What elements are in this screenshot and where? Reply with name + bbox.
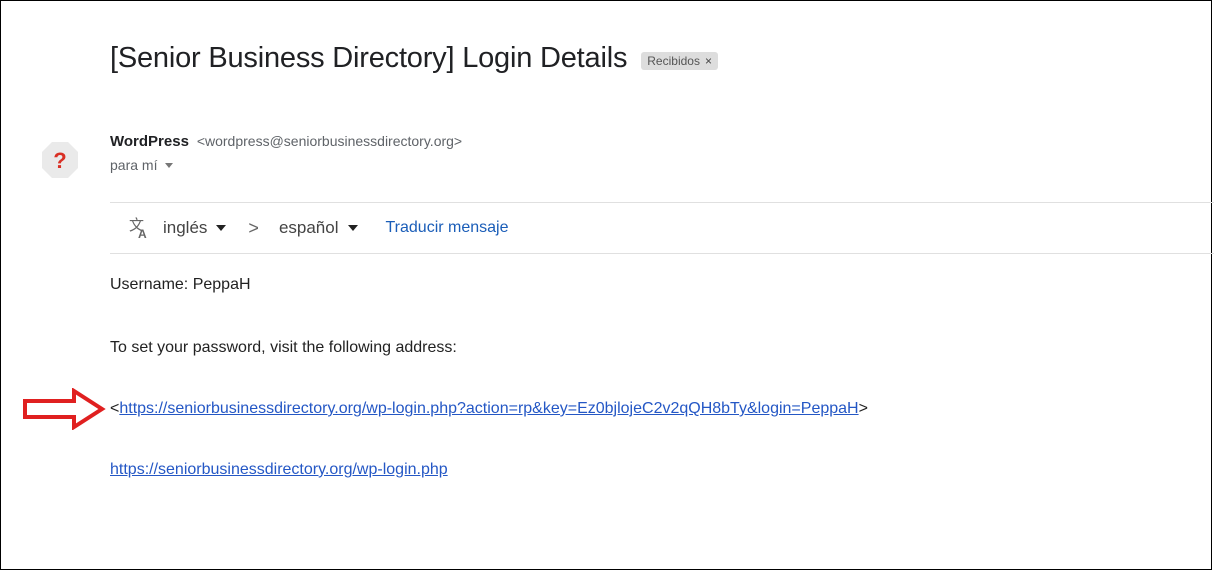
- sender-block: WordPress <wordpress@seniorbusinessdirec…: [110, 133, 462, 173]
- translate-icon: 文 A: [128, 216, 150, 241]
- red-outline-arrow-icon: [23, 388, 106, 430]
- recipient-dropdown[interactable]: para mí: [110, 157, 462, 173]
- reset-link-line: <https://seniorbusinessdirectory.org/wp-…: [110, 400, 868, 418]
- recipient-label: para mí: [110, 157, 158, 173]
- chevron-down-icon: [216, 225, 227, 231]
- reset-link-close-bracket: >: [858, 400, 868, 417]
- sender-avatar: ?: [36, 136, 84, 184]
- sender-name[interactable]: WordPress: [110, 133, 189, 150]
- inbox-label-chip[interactable]: Recibidos ×: [641, 51, 718, 70]
- avatar-glyph: ?: [53, 148, 66, 173]
- sender-email: <wordpress@seniorbusinessdirectory.org>: [196, 133, 463, 149]
- username-line: Username: PeppaH: [110, 276, 251, 293]
- password-reset-link[interactable]: https://seniorbusinessdirectory.org/wp-l…: [119, 400, 858, 417]
- remove-label-icon[interactable]: ×: [705, 54, 712, 68]
- reset-link-open-bracket: <: [110, 400, 120, 417]
- inbox-label-text: Recibidos: [647, 53, 700, 68]
- instructions-line: To set your password, visit the followin…: [110, 339, 457, 356]
- unknown-sender-icon: ?: [42, 142, 78, 178]
- translate-message-link[interactable]: Traducir mensaje: [386, 219, 509, 237]
- login-link-line: https://seniorbusinessdirectory.org/wp-l…: [110, 461, 448, 479]
- chevron-down-icon: [347, 225, 358, 231]
- sender-line: WordPress <wordpress@seniorbusinessdirec…: [110, 133, 462, 150]
- translate-bar: 文 A inglés > español Traducir mensaje: [110, 202, 1214, 254]
- subject-row: [Senior Business Directory] Login Detail…: [110, 42, 718, 75]
- target-language-label: español: [278, 218, 339, 237]
- email-subject: [Senior Business Directory] Login Detail…: [110, 42, 628, 74]
- source-language-dropdown[interactable]: inglés: [163, 218, 227, 238]
- svg-text:A: A: [138, 227, 147, 239]
- language-separator: >: [248, 217, 259, 238]
- login-page-link[interactable]: https://seniorbusinessdirectory.org/wp-l…: [110, 461, 448, 478]
- chevron-down-icon: [165, 162, 174, 168]
- source-language-label: inglés: [163, 218, 208, 237]
- target-language-dropdown[interactable]: español: [279, 218, 358, 238]
